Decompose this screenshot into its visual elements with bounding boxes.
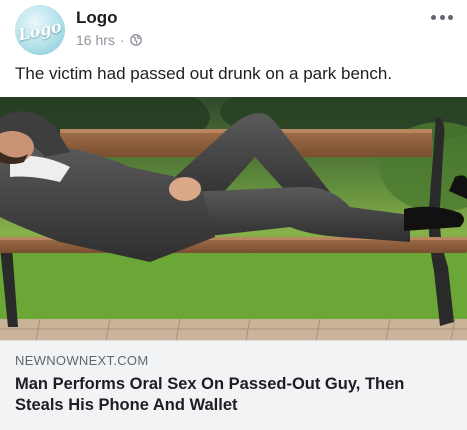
- link-preview[interactable]: NEWNOWNEXT.COM Man Performs Oral Sex On …: [0, 340, 467, 430]
- avatar-logo-text: Logo: [16, 16, 64, 44]
- page-avatar[interactable]: Logo: [15, 5, 65, 55]
- post-meta: 16 hrs ·: [76, 32, 142, 48]
- link-domain: NEWNOWNEXT.COM: [15, 353, 149, 368]
- more-options-icon[interactable]: [431, 12, 453, 22]
- link-headline[interactable]: Man Performs Oral Sex On Passed-Out Guy,…: [15, 374, 455, 416]
- dot: [448, 14, 453, 20]
- dot: [439, 14, 445, 20]
- globe-icon[interactable]: [129, 34, 142, 46]
- park-bench-image: [0, 97, 467, 340]
- dot: [431, 14, 436, 20]
- post-timestamp[interactable]: 16 hrs: [76, 32, 115, 48]
- post-caption: The victim had passed out drunk on a par…: [15, 64, 393, 83]
- facebook-post: Logo Logo 16 hrs · The victim had passed…: [0, 0, 467, 430]
- post-photo[interactable]: [0, 97, 467, 340]
- meta-separator: ·: [119, 32, 125, 48]
- page-name[interactable]: Logo: [76, 8, 118, 28]
